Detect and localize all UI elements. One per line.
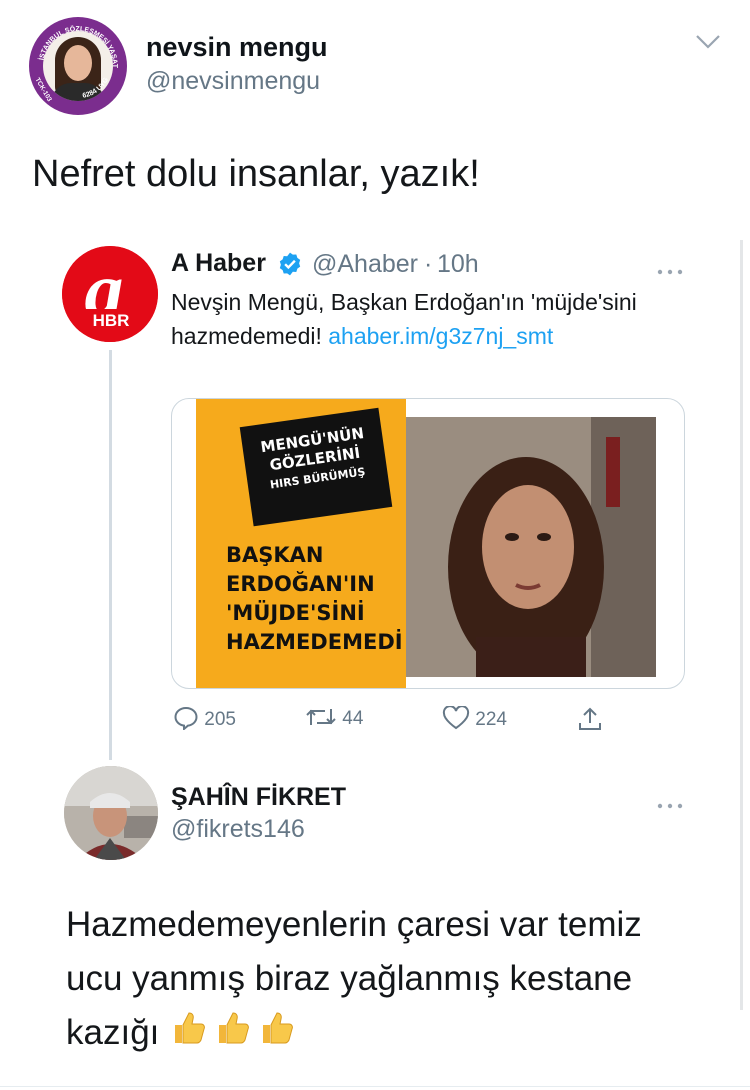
ahaber-avatar[interactable]: a HBR bbox=[62, 246, 158, 342]
retweet-button[interactable]: 44 bbox=[305, 706, 363, 730]
author-handle[interactable]: @nevsinmengu bbox=[146, 67, 320, 96]
share-button[interactable] bbox=[577, 706, 603, 738]
scrollbar[interactable] bbox=[740, 240, 743, 1010]
svg-text:HBR: HBR bbox=[93, 311, 130, 330]
quoted-handle[interactable]: @Ahaber bbox=[312, 250, 418, 279]
svg-text:İSTANBUL SÖZLEŞMESİ YAŞATIR: İSTANBUL SÖZLEŞMESİ YAŞATIR bbox=[29, 17, 118, 69]
more-options-icon[interactable] bbox=[657, 796, 683, 814]
reply-icon bbox=[174, 706, 198, 732]
reply-handle[interactable]: @fikrets146 bbox=[171, 815, 305, 844]
reply-button[interactable]: 205 bbox=[173, 706, 236, 732]
more-options-icon[interactable] bbox=[657, 262, 683, 280]
quoted-tweet-text: Nevşin Mengü, Başkan Erdoğan'ın 'müjde's… bbox=[171, 285, 651, 353]
svg-text:TCK-103: TCK-103 bbox=[34, 77, 53, 104]
dot-separator: · bbox=[424, 250, 433, 278]
chevron-down-icon[interactable] bbox=[695, 33, 721, 56]
quoted-timestamp[interactable]: 10h bbox=[437, 250, 479, 279]
reply-text-body: Hazmedemeyenlerin çaresi var temiz ucu y… bbox=[66, 905, 642, 1052]
share-icon bbox=[579, 707, 601, 730]
reply-avatar[interactable] bbox=[64, 766, 158, 860]
avatar-ring-text: İSTANBUL SÖZLEŞMESİ YAŞATIR 6284 UYGULA … bbox=[29, 17, 118, 104]
tweet-text: Nefret dolu insanlar, yazık! bbox=[32, 153, 480, 195]
like-button[interactable]: 224 bbox=[442, 705, 507, 731]
like-count: 224 bbox=[475, 709, 507, 730]
quoted-link[interactable]: ahaber.im/g3z7nj_smt bbox=[328, 323, 553, 349]
card-graphic: MENGÜ'NÜN GÖZLERİNİ HIRS BÜRÜMÜŞ BAŞKAN … bbox=[196, 399, 406, 688]
reply-author-name[interactable]: ŞAHÎN FİKRET bbox=[171, 783, 346, 812]
verified-badge-icon bbox=[277, 251, 303, 282]
divider bbox=[0, 1086, 750, 1087]
quoted-author-name[interactable]: A Haber bbox=[171, 249, 266, 278]
card-photo bbox=[406, 417, 656, 677]
author-name[interactable]: nevsin mengu bbox=[146, 32, 328, 63]
media-card[interactable]: MENGÜ'NÜN GÖZLERİNİ HIRS BÜRÜMÜŞ BAŞKAN … bbox=[171, 398, 685, 689]
reply-count: 205 bbox=[204, 709, 236, 730]
reply-text: Hazmedemeyenlerin çaresi var temiz ucu y… bbox=[66, 898, 706, 1063]
thread-connector bbox=[109, 350, 112, 760]
retweet-icon bbox=[306, 709, 336, 725]
heart-icon bbox=[442, 705, 470, 730]
author-avatar[interactable]: İSTANBUL SÖZLEŞMESİ YAŞATIR 6284 UYGULA … bbox=[29, 17, 127, 115]
retweet-count: 44 bbox=[342, 708, 364, 729]
thumbs-up-icon bbox=[169, 1007, 301, 1063]
